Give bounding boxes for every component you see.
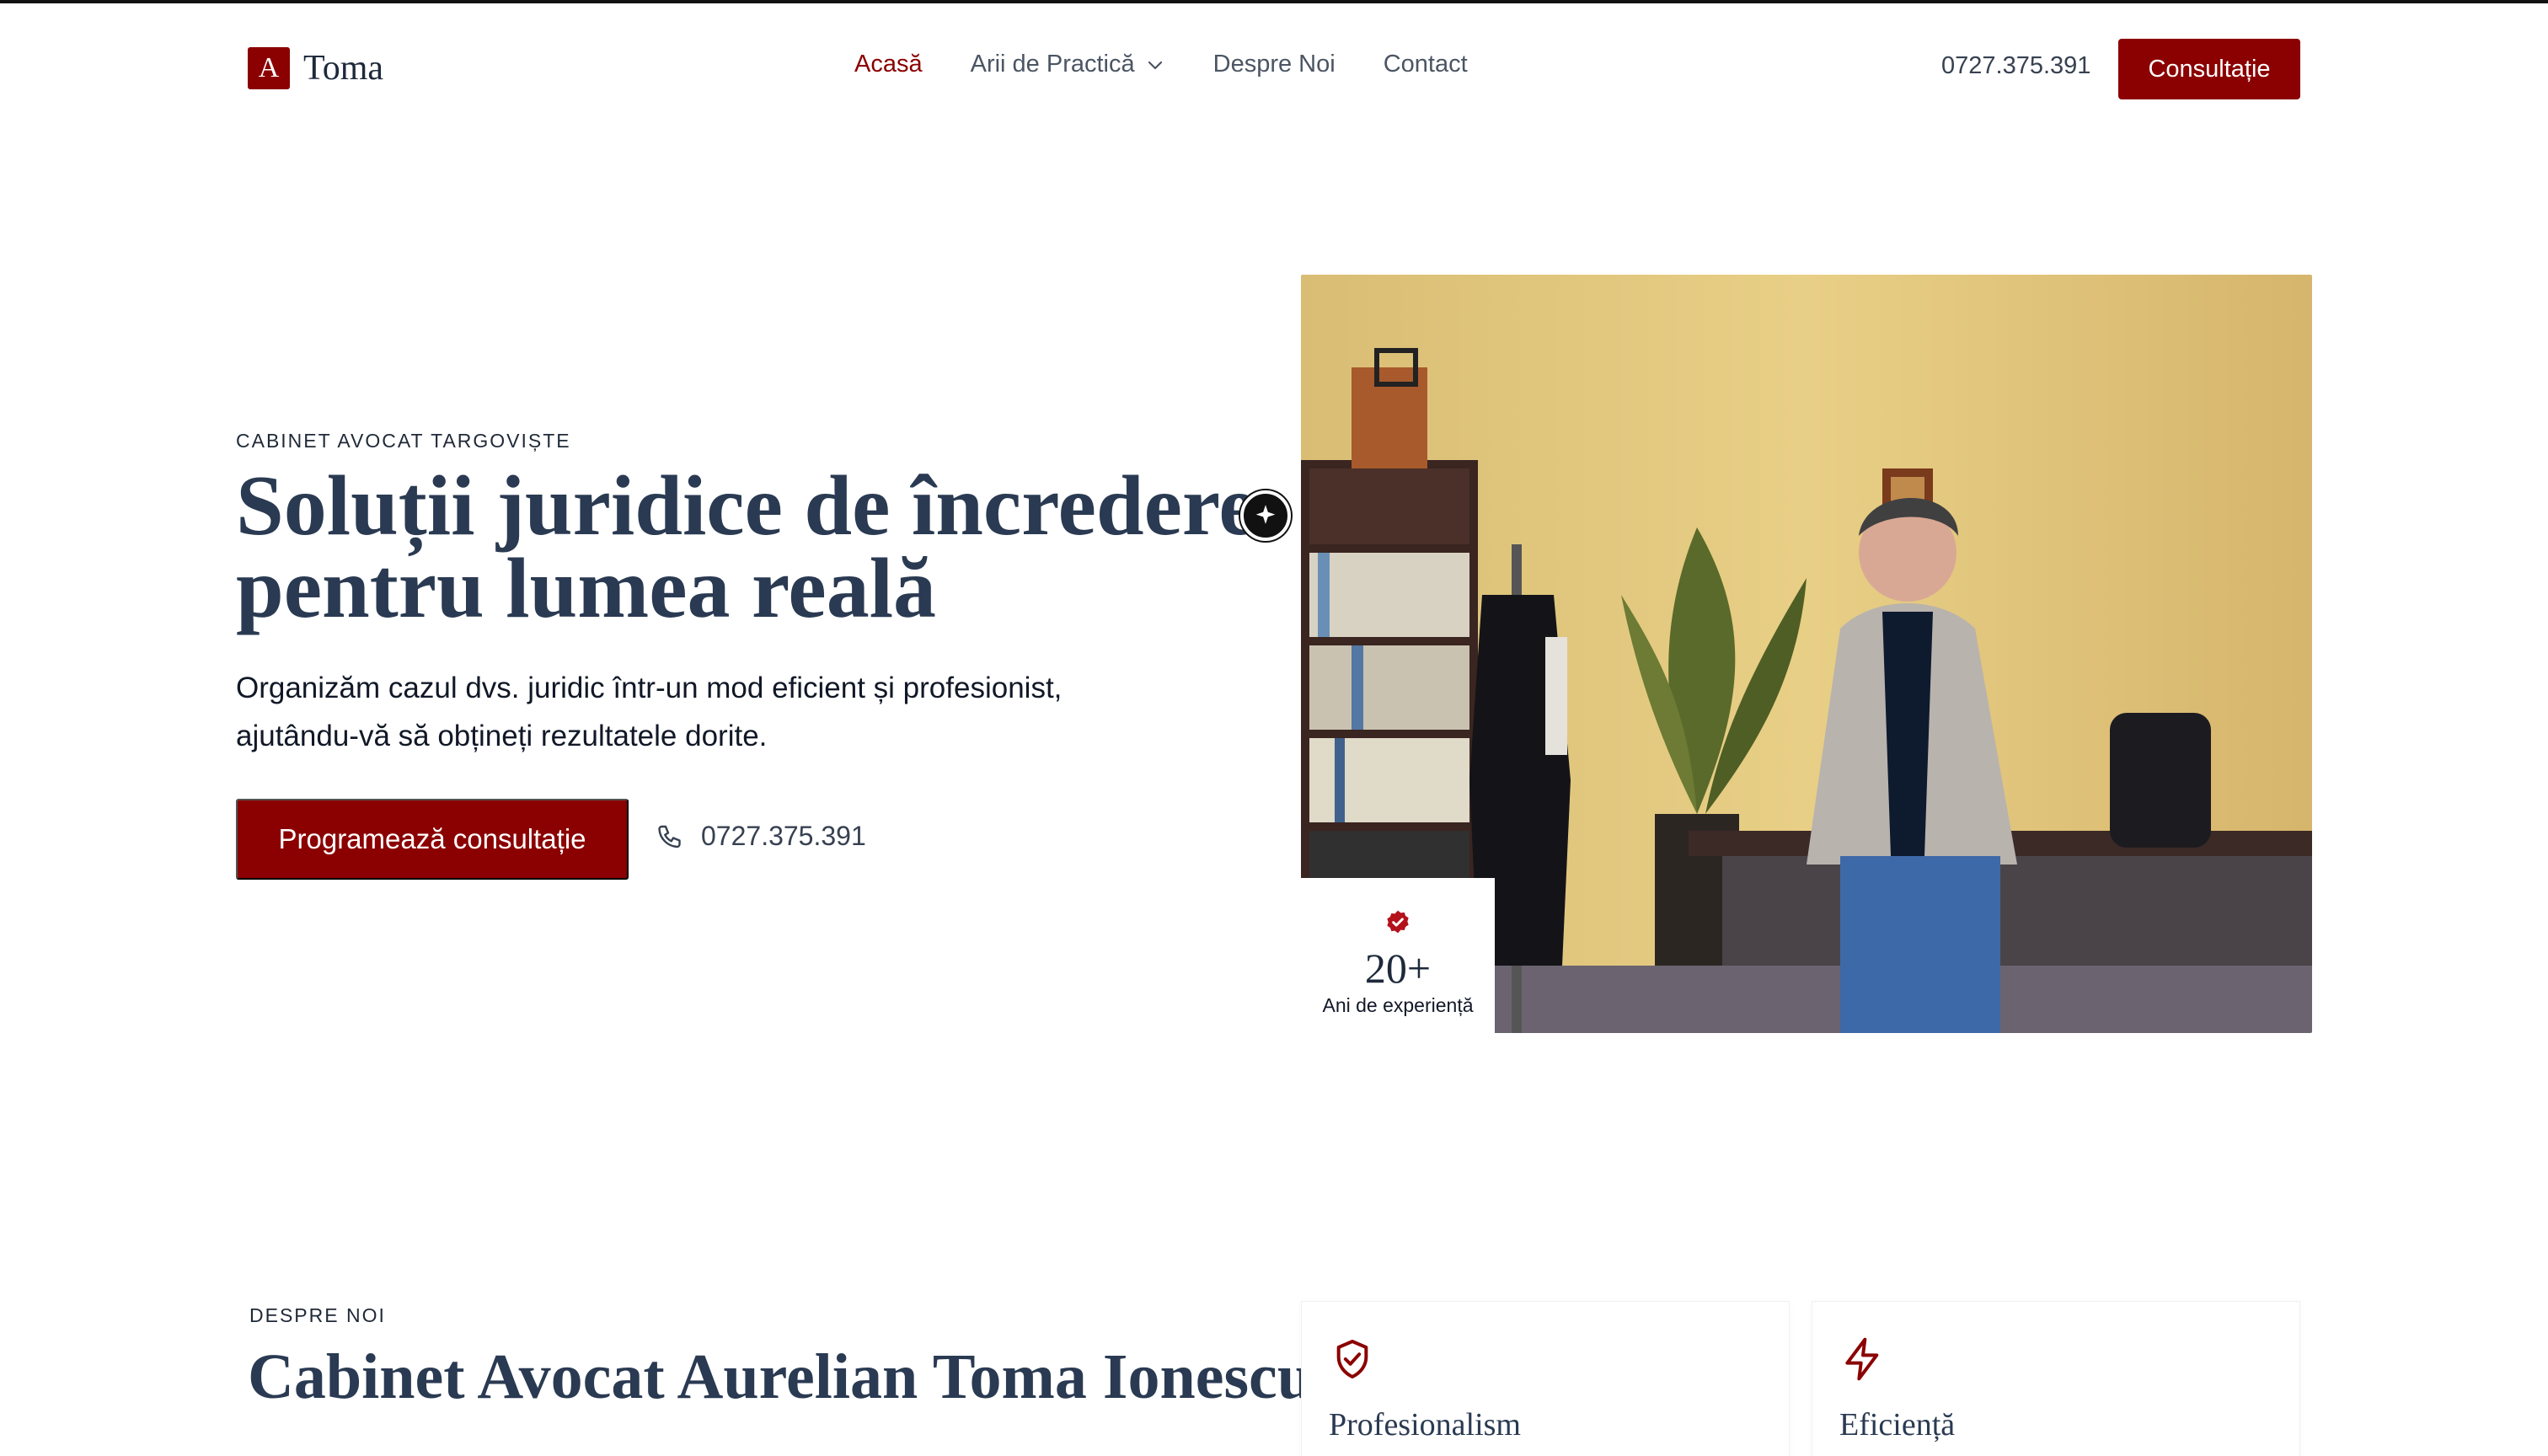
hero-phone-link[interactable]: 0727.375.391	[656, 821, 866, 852]
sparkle-chat-icon	[1255, 505, 1276, 524]
hero-phone-number: 0727.375.391	[701, 821, 866, 851]
experience-number: 20+	[1364, 945, 1432, 992]
nav-item-despre-noi[interactable]: Despre Noi	[1213, 51, 1336, 78]
hero-subtitle: Organizăm cazul dvs. juridic într-un mod…	[236, 664, 1180, 760]
hero-eyebrow: CABINET AVOCAT TARGOVIȘTE	[236, 430, 571, 452]
logo-mark: A	[248, 47, 290, 89]
nav-item-label: Arii de Practică	[970, 51, 1135, 78]
experience-label: Ani de experiență	[1322, 994, 1474, 1016]
hero-title-line1: Soluții juridice de încredere	[236, 458, 1257, 554]
hero-title-line2: pentru lumea reală	[236, 541, 937, 636]
nav-item-contact[interactable]: Contact	[1384, 51, 1468, 78]
badge-check-icon	[1301, 908, 1495, 935]
lightning-icon	[1839, 1336, 1887, 1387]
chevron-down-icon	[1148, 61, 1162, 69]
experience-card: 20+ Ani de experiență	[1301, 878, 1495, 1033]
phone-icon	[656, 822, 686, 852]
main-nav: Acasă Arii de Practică Despre Noi Contac…	[854, 51, 1516, 78]
feature-title: Eficiență	[1839, 1407, 1956, 1443]
feature-card-professionalism: Profesionalism	[1301, 1301, 1790, 1456]
logo[interactable]: A Toma	[248, 47, 383, 89]
nav-item-arii-de-practica[interactable]: Arii de Practică	[971, 51, 1165, 78]
consultation-button[interactable]: Consultație	[2118, 39, 2300, 99]
shield-check-icon	[1329, 1336, 1376, 1387]
hero-subtitle-line2: ajutându-vă să obțineți rezultatele dori…	[236, 720, 768, 752]
schedule-consultation-button[interactable]: Programează consultație	[236, 799, 629, 880]
feature-title: Profesionalism	[1329, 1407, 1521, 1443]
nav-item-acasa[interactable]: Acasă	[854, 51, 923, 78]
logo-text: Toma	[303, 49, 384, 88]
about-title: Cabinet Avocat Aurelian Toma Ionescu	[248, 1341, 1314, 1412]
hero-title: Soluții juridice de încredere pentru lum…	[236, 463, 1298, 632]
header-phone-link[interactable]: 0727.375.391	[1941, 52, 2090, 80]
chat-assistant-button[interactable]	[1240, 490, 1291, 541]
feature-card-efficiency: Eficiență	[1812, 1301, 2300, 1456]
site-header: A Toma Acasă Arii de Practică Despre Noi…	[0, 3, 2548, 131]
about-eyebrow: DESPRE NOI	[249, 1304, 386, 1326]
hero-subtitle-line1: Organizăm cazul dvs. juridic într-un mod…	[236, 672, 1063, 704]
